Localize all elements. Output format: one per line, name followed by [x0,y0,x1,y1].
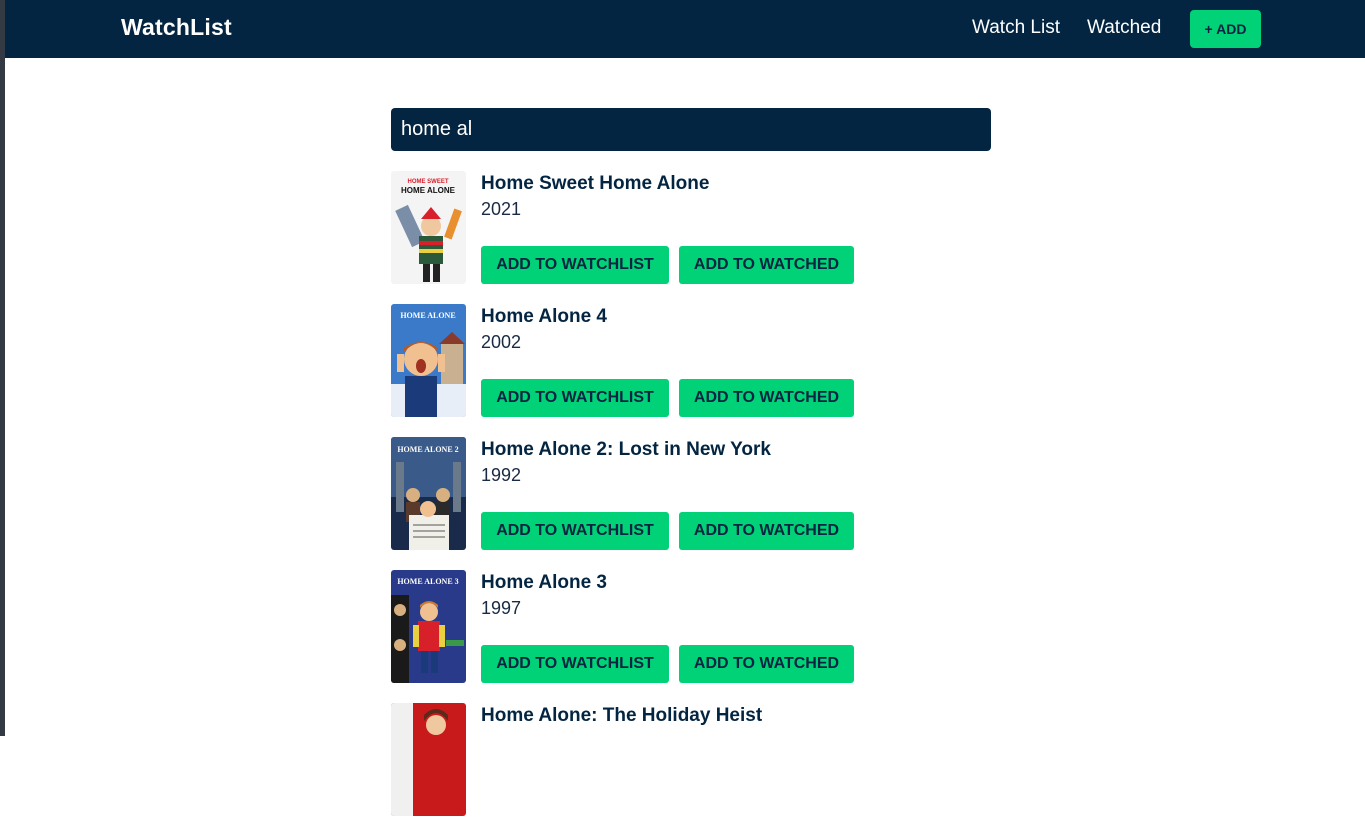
movie-title[interactable]: Home Alone: The Holiday Heist [481,705,762,727]
movie-year: 1992 [481,465,522,485]
nav-link-watch-list[interactable]: Watch List [972,17,1060,39]
add-to-watched-button[interactable]: ADD TO WATCHED [679,379,854,417]
movie-year: 1997 [481,598,522,618]
movie-poster: HOME ALONE [391,304,466,417]
add-to-watchlist-button[interactable]: ADD TO WATCHLIST [481,379,669,417]
add-to-watched-button[interactable]: ADD TO WATCHED [679,512,854,550]
movie-poster [391,703,466,816]
nav-link-watched[interactable]: Watched [1087,17,1161,39]
add-to-watchlist-button[interactable]: ADD TO WATCHLIST [481,645,669,683]
result-item: HOME ALONE 3 Home Alone 3 1997 ADD TO WA… [391,570,991,683]
svg-text:HOME SWEET: HOME SWEET [407,179,448,185]
add-button[interactable]: + ADD [1190,10,1261,48]
movie-title[interactable]: Home Sweet Home Alone [481,173,709,195]
result-item: Home Alone: The Holiday Heist [391,703,991,816]
add-to-watchlist-button[interactable]: ADD TO WATCHLIST [481,512,669,550]
search-input[interactable] [391,108,991,151]
result-item: HOME ALONE 2 Home Alone 2: Lost in New Y… [391,437,991,550]
movie-year: 2002 [481,332,522,352]
result-item: HOME SWEET HOME ALONE Home Sweet Home Al… [391,171,991,284]
brand-logo[interactable]: WatchList [121,14,232,41]
results-list: HOME SWEET HOME ALONE Home Sweet Home Al… [391,171,991,836]
movie-year: 2021 [481,199,522,219]
movie-title[interactable]: Home Alone 3 [481,572,607,594]
result-item: HOME ALONE Home Alone 4 2002 ADD TO WATC… [391,304,991,417]
movie-title[interactable]: Home Alone 2: Lost in New York [481,439,771,461]
movie-poster: HOME ALONE 2 [391,437,466,550]
add-to-watchlist-button[interactable]: ADD TO WATCHLIST [481,246,669,284]
movie-title[interactable]: Home Alone 4 [481,306,607,328]
movie-poster: HOME ALONE 3 [391,570,466,683]
svg-text:HOME ALONE: HOME ALONE [400,311,455,320]
svg-text:HOME ALONE 2: HOME ALONE 2 [397,445,458,454]
add-to-watched-button[interactable]: ADD TO WATCHED [679,246,854,284]
window-edge [0,0,5,736]
navbar: WatchList Watch List Watched + ADD [5,0,1365,58]
movie-poster: HOME SWEET HOME ALONE [391,171,466,284]
add-to-watched-button[interactable]: ADD TO WATCHED [679,645,854,683]
svg-text:HOME ALONE: HOME ALONE [401,186,456,195]
svg-text:HOME ALONE 3: HOME ALONE 3 [397,577,458,586]
